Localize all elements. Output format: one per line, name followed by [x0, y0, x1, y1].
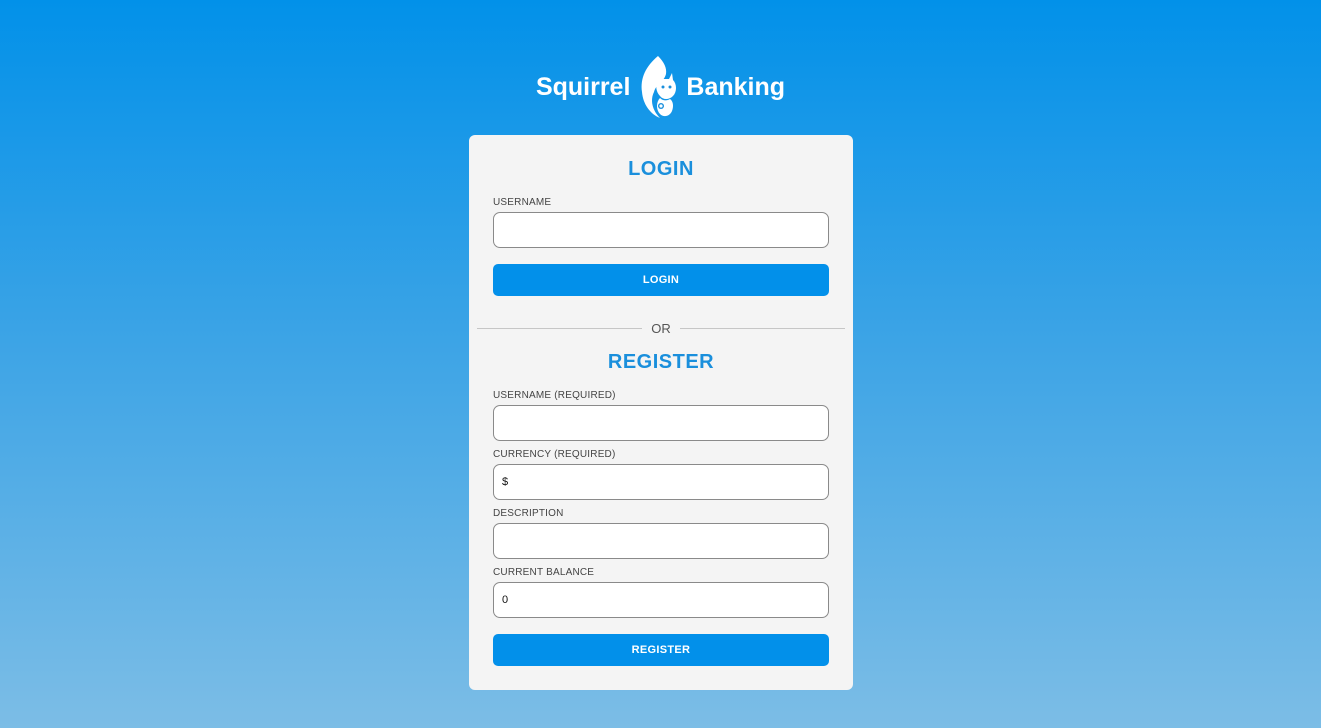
divider-or-text: OR — [651, 320, 671, 336]
squirrel-logo-icon — [642, 56, 677, 118]
login-username-label: USERNAME — [493, 197, 552, 208]
brand-name-right: Banking — [686, 72, 786, 101]
login-button[interactable]: LOGIN — [493, 264, 829, 296]
login-title: LOGIN — [628, 158, 694, 180]
register-currency-label: CURRENCY (REQUIRED) — [493, 449, 616, 460]
register-balance-input[interactable] — [493, 582, 829, 618]
register-title: REGISTER — [607, 351, 715, 373]
brand-header: Squirrel Banking — [0, 54, 1321, 120]
register-username-label: USERNAME (REQUIRED) — [493, 390, 616, 401]
divider-line-right — [679, 327, 845, 329]
register-username-input[interactable] — [493, 405, 829, 441]
register-button[interactable]: REGISTER — [493, 634, 829, 666]
divider-line-left — [477, 327, 643, 329]
register-balance-label: CURRENT BALANCE — [493, 567, 595, 578]
register-description-label: DESCRIPTION — [493, 508, 564, 519]
brand-name-left: Squirrel — [535, 72, 631, 101]
auth-card: LOGIN USERNAME LOGIN OR REGISTER USERNAM… — [469, 135, 853, 690]
register-description-input[interactable] — [493, 523, 829, 559]
or-divider: OR — [477, 319, 845, 337]
login-username-input[interactable] — [493, 212, 829, 248]
register-currency-input[interactable] — [493, 464, 829, 500]
